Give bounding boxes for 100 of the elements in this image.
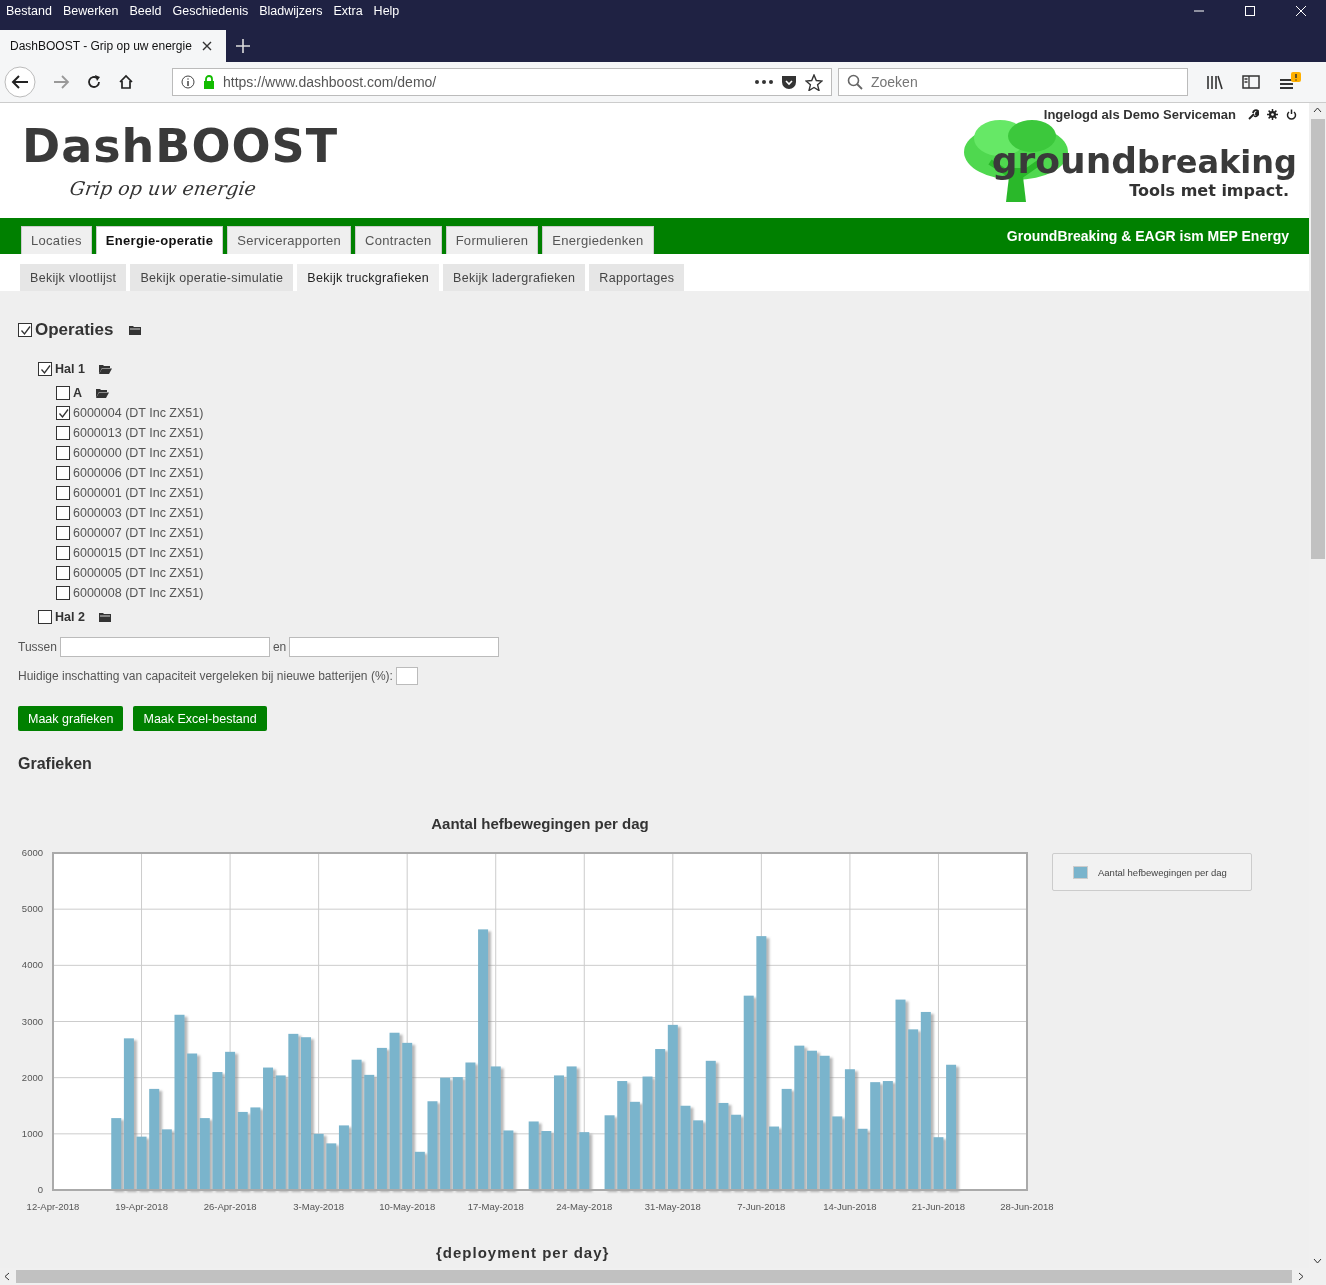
y-tick-label: 6000: [21, 847, 43, 858]
bar: [528, 1121, 539, 1190]
plus-icon[interactable]: [235, 39, 250, 53]
url-text: https://www.dashboost.com/demo/: [223, 74, 438, 90]
tree-label: 6000000 (DT Inc ZX51): [73, 446, 204, 460]
y-tick-label: 0: [37, 1184, 43, 1195]
checkbox[interactable]: [56, 466, 70, 480]
checkbox[interactable]: [38, 610, 52, 624]
forward-arrow-icon[interactable]: [52, 74, 70, 90]
login-status: Ingelogd als Demo Serviceman: [1043, 107, 1236, 122]
sub-tab[interactable]: Bekijk operatie-simulatie: [130, 264, 294, 291]
sidebar-icon[interactable]: [1242, 74, 1260, 90]
scroll-down-icon[interactable]: [1313, 1258, 1322, 1264]
x-tick-label: 3-May-2018: [293, 1201, 344, 1212]
reload-icon[interactable]: [86, 74, 102, 90]
checkbox[interactable]: [56, 526, 70, 540]
logo-word: ground: [991, 140, 1138, 181]
checkbox[interactable]: [56, 546, 70, 560]
bar: [857, 1128, 868, 1190]
tree-label: 6000005 (DT Inc ZX51): [73, 566, 204, 580]
more-dots-icon[interactable]: [755, 80, 773, 84]
start-date-field[interactable]: [59, 637, 270, 657]
chart-title: Aantal hefbewegingen per dag: [431, 815, 649, 832]
folder-icon[interactable]: [96, 388, 110, 398]
checkbox[interactable]: [56, 486, 70, 500]
section-heading: Grafieken: [18, 755, 93, 773]
pocket-icon[interactable]: [781, 74, 797, 90]
tree-label: 6000013 (DT Inc ZX51): [73, 426, 204, 440]
y-tick-label: 2000: [21, 1071, 43, 1083]
library-icon[interactable]: [1206, 74, 1224, 90]
x-tick-label: 7-Jun-2018: [737, 1201, 786, 1212]
star-icon[interactable]: [805, 73, 823, 91]
tree-label: 6000015 (DT Inc ZX51): [73, 546, 204, 560]
sub-tab[interactable]: Bekijk ladergrafieken: [443, 264, 586, 291]
nav-tab[interactable]: Energiedenken: [542, 226, 654, 254]
checkbox[interactable]: [56, 446, 70, 460]
checkbox[interactable]: [56, 586, 70, 600]
menu-item[interactable]: Bewerken: [62, 4, 119, 18]
capacity-field[interactable]: [395, 667, 418, 685]
address-bar[interactable]: https://www.dashboost.com/demo/: [172, 68, 832, 96]
legend-label: Aantal hefbewegingen per dag: [1098, 866, 1227, 878]
browser-tab[interactable]: DashBOOST - Grip op uw energie: [0, 30, 226, 62]
checkbox[interactable]: [18, 323, 32, 337]
menu-item[interactable]: Help: [373, 4, 400, 18]
y-tick-label: 1000: [21, 1127, 43, 1139]
bar: [313, 1133, 324, 1190]
wrench-icon[interactable]: [1248, 109, 1259, 120]
y-tick-label: 5000: [21, 903, 43, 915]
x-tick-label: 31-May-2018: [644, 1201, 701, 1212]
checkbox[interactable]: [56, 506, 70, 520]
x-tick-label: 24-May-2018: [556, 1201, 613, 1212]
bar: [503, 1130, 514, 1190]
scroll-left-icon[interactable]: [4, 1272, 10, 1281]
menu-icon[interactable]: [1278, 72, 1302, 92]
logo-tagline: Tools met impact.: [1129, 181, 1289, 200]
sub-tab[interactable]: Bekijk vlootlijst: [20, 264, 127, 291]
brand-logo-text: DashBOOST: [22, 123, 339, 169]
menu-item[interactable]: Beeld: [129, 4, 162, 18]
scroll-right-icon[interactable]: [1298, 1272, 1304, 1281]
chart-title: {deployment per day}: [436, 1244, 611, 1261]
sub-tab[interactable]: Rapportages: [589, 264, 685, 291]
checkbox[interactable]: [38, 362, 52, 376]
folder-icon[interactable]: [98, 364, 112, 374]
menu-item[interactable]: Geschiedenis: [172, 4, 249, 18]
action-button[interactable]: Maak grafieken: [18, 706, 124, 731]
tagline: Grip op uw energie: [68, 177, 259, 199]
x-tick-label: 12-Apr-2018: [26, 1201, 80, 1212]
home-icon[interactable]: [118, 74, 134, 90]
horizontal-scrollbar[interactable]: [0, 1268, 1326, 1285]
tree-label: 6000001 (DT Inc ZX51): [73, 486, 204, 500]
nav-tab[interactable]: Locaties: [21, 226, 92, 254]
checkbox[interactable]: [56, 426, 70, 440]
tree-label: 6000003 (DT Inc ZX51): [73, 506, 204, 520]
close-icon[interactable]: [201, 41, 212, 51]
nav-tab[interactable]: Energie-operatie: [95, 226, 224, 254]
power-icon[interactable]: [1286, 109, 1297, 120]
nav-tab[interactable]: Contracten: [355, 226, 442, 254]
end-date-field[interactable]: [289, 637, 500, 657]
gear-icon[interactable]: [1267, 109, 1278, 120]
menu-item[interactable]: Extra: [333, 4, 363, 18]
folder-icon[interactable]: [129, 325, 142, 335]
nav-tab[interactable]: Servicerapporten: [227, 226, 352, 254]
bar: [136, 1136, 147, 1190]
sub-tab[interactable]: Bekijk truckgrafieken: [297, 264, 439, 291]
bar: [338, 1125, 349, 1190]
scroll-up-icon[interactable]: [1313, 107, 1322, 113]
checkbox[interactable]: [56, 386, 70, 400]
partner-text: GroundBreaking & EAGR ism MEP Energy: [1006, 228, 1289, 244]
tree-label: 6000004 (DT Inc ZX51): [73, 406, 204, 420]
nav-tab[interactable]: Formulieren: [445, 226, 539, 254]
menu-item[interactable]: Bladwijzers: [259, 4, 323, 18]
checkbox[interactable]: [56, 406, 70, 420]
tree-label: Operaties: [35, 320, 114, 340]
search-bar[interactable]: Zoeken: [838, 68, 1188, 96]
folder-icon[interactable]: [98, 612, 111, 622]
menu-item[interactable]: Bestand: [6, 4, 52, 18]
maximize-icon[interactable]: [1244, 5, 1256, 17]
info-icon[interactable]: [181, 75, 195, 89]
checkbox[interactable]: [56, 566, 70, 580]
action-button[interactable]: Maak Excel-bestand: [133, 706, 267, 731]
